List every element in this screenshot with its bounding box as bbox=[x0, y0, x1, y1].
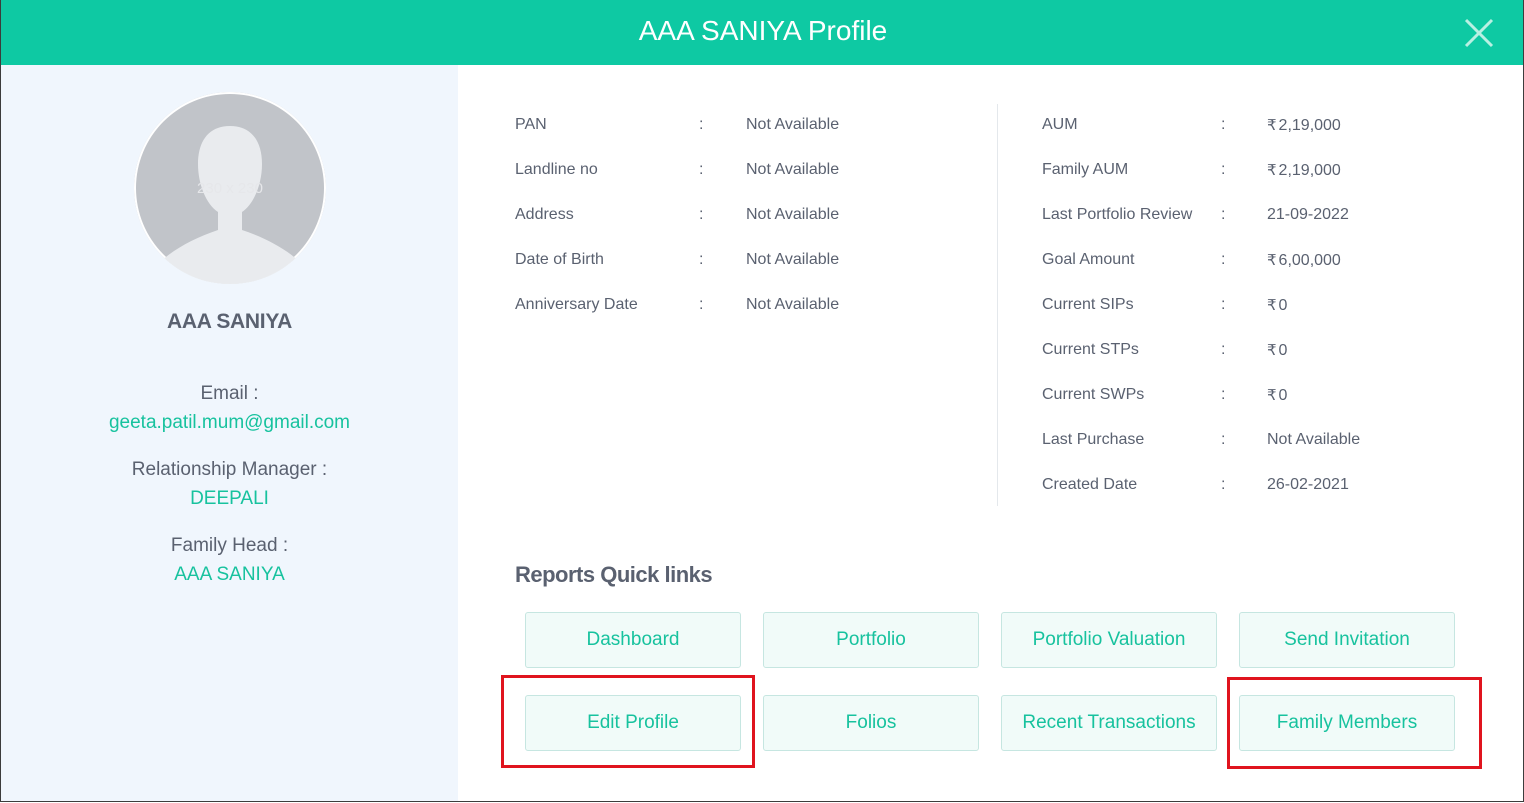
info-row-anniversary-date: Anniversary Date : Not Available bbox=[515, 296, 955, 318]
info-label: Current STPs bbox=[1042, 341, 1139, 358]
rupee-icon: ₹ bbox=[1267, 297, 1277, 314]
info-row-address: Address : Not Available bbox=[515, 206, 955, 228]
info-separator: : bbox=[1221, 116, 1226, 133]
info-value: Not Available bbox=[1267, 431, 1361, 448]
info-row-last-purchase: Last Purchase : Not Available bbox=[1042, 431, 1462, 453]
info-row-current-swps: Current SWPs : ₹0 bbox=[1042, 386, 1462, 408]
info-separator: : bbox=[699, 251, 704, 268]
rupee-icon: ₹ bbox=[1267, 342, 1277, 359]
info-separator: : bbox=[699, 206, 704, 223]
info-separator: : bbox=[1221, 206, 1226, 223]
profile-name: AAA SANIYA bbox=[167, 310, 292, 333]
email-label: Email : bbox=[200, 383, 259, 404]
info-separator: : bbox=[1221, 476, 1226, 493]
info-value: 0 bbox=[1278, 297, 1288, 314]
profile-modal: AAA SANIYA Profile 230 x 230 AAA SANIYA … bbox=[0, 0, 1524, 802]
avatar: 230 x 230 bbox=[134, 92, 326, 284]
info-label: Last Portfolio Review bbox=[1042, 206, 1193, 223]
info-value: Not Available bbox=[746, 116, 840, 133]
info-row-landline: Landline no : Not Available bbox=[515, 161, 955, 183]
info-value: 0 bbox=[1278, 387, 1288, 404]
family-head-value[interactable]: AAA SANIYA bbox=[1, 564, 458, 586]
info-separator: : bbox=[1221, 386, 1226, 403]
portfolio-valuation-button[interactable]: Portfolio Valuation bbox=[1001, 612, 1217, 668]
info-row-date-of-birth: Date of Birth : Not Available bbox=[515, 251, 955, 273]
info-label: PAN bbox=[515, 116, 547, 133]
info-row-current-sips: Current SIPs : ₹0 bbox=[1042, 296, 1462, 318]
info-label: Anniversary Date bbox=[515, 296, 638, 313]
info-separator: : bbox=[1221, 251, 1226, 268]
info-value: 2,19,000 bbox=[1278, 162, 1341, 179]
family-head-label: Family Head : bbox=[170, 535, 289, 556]
recent-transactions-button[interactable]: Recent Transactions bbox=[1001, 695, 1217, 751]
portfolio-button[interactable]: Portfolio bbox=[763, 612, 979, 668]
send-invitation-button[interactable]: Send Invitation bbox=[1239, 612, 1455, 668]
info-value: Not Available bbox=[746, 296, 840, 313]
relationship-manager-value[interactable]: DEEPALI bbox=[1, 488, 458, 510]
info-separator: : bbox=[1221, 341, 1226, 358]
info-label: Created Date bbox=[1042, 476, 1138, 493]
folios-button[interactable]: Folios bbox=[763, 695, 979, 751]
info-row-last-portfolio-review: Last Portfolio Review : 21-09-2022 bbox=[1042, 206, 1462, 228]
info-label: Last Purchase bbox=[1042, 431, 1145, 448]
info-row-created-date: Created Date : 26-02-2021 bbox=[1042, 476, 1462, 498]
email-value[interactable]: geeta.patil.mum@gmail.com bbox=[1, 412, 458, 434]
info-label: Current SWPs bbox=[1042, 386, 1145, 403]
info-separator: : bbox=[699, 161, 704, 178]
info-value: 2,19,000 bbox=[1278, 117, 1341, 134]
info-separator: : bbox=[1221, 161, 1226, 178]
info-value: 21-09-2022 bbox=[1267, 206, 1349, 223]
close-icon[interactable] bbox=[1463, 17, 1495, 49]
info-separator: : bbox=[1221, 296, 1226, 313]
dashboard-button[interactable]: Dashboard bbox=[525, 612, 741, 668]
info-value: Not Available bbox=[746, 206, 840, 223]
quick-links-title: Reports Quick links bbox=[515, 562, 713, 587]
rupee-icon: ₹ bbox=[1267, 387, 1277, 404]
info-value: 0 bbox=[1278, 342, 1288, 359]
rupee-icon: ₹ bbox=[1267, 162, 1277, 179]
rupee-icon: ₹ bbox=[1267, 117, 1277, 134]
info-label: Date of Birth bbox=[515, 251, 604, 268]
column-divider bbox=[997, 104, 998, 506]
avatar-placeholder-text: 230 x 230 bbox=[197, 180, 263, 197]
highlight-box-family-members bbox=[1227, 677, 1482, 769]
info-value: Not Available bbox=[746, 161, 840, 178]
info-label: Address bbox=[515, 206, 574, 223]
rupee-icon: ₹ bbox=[1267, 252, 1277, 269]
info-row-family-aum: Family AUM : ₹2,19,000 bbox=[1042, 161, 1462, 183]
info-value: Not Available bbox=[746, 251, 840, 268]
info-row-pan: PAN : Not Available bbox=[515, 116, 955, 138]
info-separator: : bbox=[699, 296, 704, 313]
info-label: Goal Amount bbox=[1042, 251, 1135, 268]
info-label: Current SIPs bbox=[1042, 296, 1134, 313]
info-separator: : bbox=[699, 116, 704, 133]
info-row-goal-amount: Goal Amount : ₹6,00,000 bbox=[1042, 251, 1462, 273]
info-label: Family AUM bbox=[1042, 161, 1129, 178]
info-label: Landline no bbox=[515, 161, 598, 178]
info-value: 6,00,000 bbox=[1278, 252, 1341, 269]
info-value: 26-02-2021 bbox=[1267, 476, 1349, 493]
info-row-current-stps: Current STPs : ₹0 bbox=[1042, 341, 1462, 363]
modal-title: AAA SANIYA Profile bbox=[638, 15, 888, 46]
highlight-box-edit-profile bbox=[501, 675, 755, 768]
info-label: AUM bbox=[1042, 116, 1078, 133]
info-separator: : bbox=[1221, 431, 1226, 448]
relationship-manager-label: Relationship Manager : bbox=[131, 459, 328, 480]
modal-header: AAA SANIYA Profile bbox=[1, 0, 1523, 65]
info-row-aum: AUM : ₹2,19,000 bbox=[1042, 116, 1462, 138]
